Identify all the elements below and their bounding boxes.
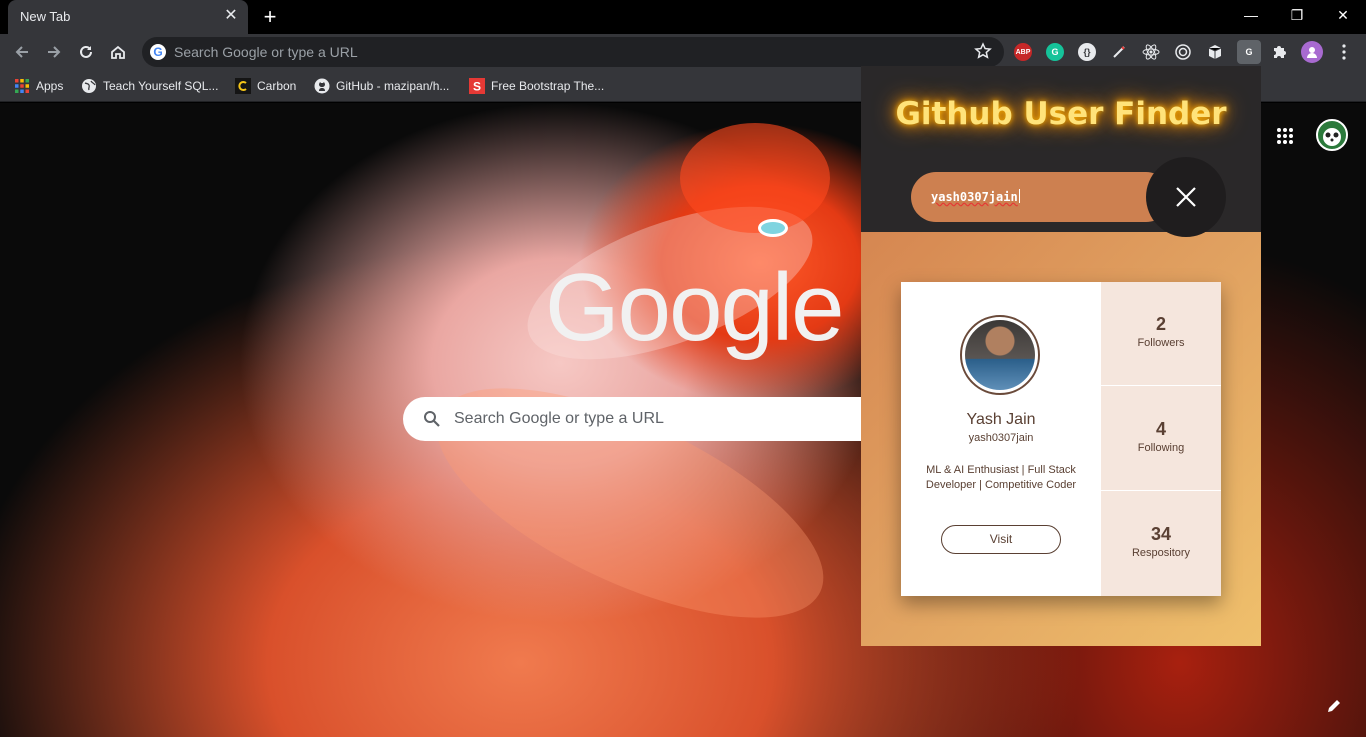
google-logo: Google xyxy=(545,254,845,361)
stat-value: 34 xyxy=(1150,524,1172,544)
google-account-avatar[interactable] xyxy=(1316,119,1348,151)
flamingo-eye-decoration xyxy=(758,219,788,237)
search-icon xyxy=(424,411,440,427)
bookmark-sql[interactable]: Teach Yourself SQL... xyxy=(81,77,218,95)
extension-bracket-icon[interactable]: {} xyxy=(1078,43,1096,61)
svg-text:S: S xyxy=(473,80,481,94)
profile-avatar-icon[interactable] xyxy=(1301,41,1323,63)
bookmark-bootstrap[interactable]: S Free Bootstrap The... xyxy=(469,77,604,95)
user-bio: ML & AI Enthusiast | Full Stack Develope… xyxy=(925,464,1077,491)
tab-close-icon[interactable]: ✕ xyxy=(222,7,240,25)
restore-button[interactable]: ❐ xyxy=(1274,0,1320,30)
stat-following: 4 Following xyxy=(1101,387,1221,491)
cube-extension-icon[interactable] xyxy=(1206,43,1224,61)
bookmark-carbon[interactable]: Carbon xyxy=(235,77,296,95)
stat-value: 2 xyxy=(1155,314,1166,334)
address-bar[interactable]: G Search Google or type a URL xyxy=(142,37,1004,67)
user-avatar xyxy=(960,315,1040,395)
ntp-search-placeholder: Search Google or type a URL xyxy=(454,410,664,427)
github-icon xyxy=(314,78,330,94)
google-apps-icon[interactable] xyxy=(1276,127,1294,145)
stat-label: Followers xyxy=(1137,337,1185,349)
bookmark-label: Free Bootstrap The... xyxy=(491,79,605,93)
github-user-finder-popup: Github User Finder yash0307jain Yash Jai… xyxy=(861,66,1261,646)
username-search-input[interactable]: yash0307jain xyxy=(911,172,1171,222)
bookmark-label: GitHub - mazipan/h... xyxy=(336,79,450,93)
tab-new-tab[interactable]: New Tab ✕ xyxy=(8,0,248,34)
home-icon xyxy=(111,45,125,59)
arrow-right-icon xyxy=(48,46,61,58)
user-full-name: Yash Jain xyxy=(966,411,1036,428)
address-bar-placeholder: Search Google or type a URL xyxy=(174,44,358,60)
profile-summary: Yash Jain yash0307jain ML & AI Enthusias… xyxy=(901,282,1101,596)
bookmark-star-icon[interactable] xyxy=(974,42,992,60)
home-button[interactable] xyxy=(105,39,131,65)
react-devtools-icon[interactable] xyxy=(1142,43,1160,61)
carbon-icon xyxy=(235,78,251,94)
github-finder-extension-icon[interactable]: G xyxy=(1237,40,1261,64)
user-login: yash0307jain xyxy=(968,432,1034,444)
visit-profile-button[interactable]: Visit xyxy=(941,525,1061,554)
reload-icon xyxy=(80,45,92,58)
popup-title: Github User Finder xyxy=(895,96,1227,132)
close-window-button[interactable]: ✕ xyxy=(1320,0,1366,30)
forward-button[interactable] xyxy=(41,39,67,65)
user-profile-card: Yash Jain yash0307jain ML & AI Enthusias… xyxy=(901,282,1221,596)
bookmark-apps[interactable]: Apps xyxy=(14,77,63,95)
stat-label: Following xyxy=(1137,442,1185,454)
tab-strip: New Tab ✕ + — ❐ ✕ xyxy=(0,0,1366,34)
menu-kebab-icon[interactable] xyxy=(1335,43,1353,61)
stat-label: Respository xyxy=(1131,547,1191,559)
back-button[interactable] xyxy=(9,39,35,65)
tab-title: New Tab xyxy=(20,9,71,24)
stat-value: 4 xyxy=(1155,419,1166,439)
text-caret xyxy=(1018,189,1020,203)
popup-header: Github User Finder yash0307jain xyxy=(861,66,1261,237)
bookmark-label: Apps xyxy=(36,79,64,93)
stat-followers: 2 Followers xyxy=(1101,282,1221,386)
bookmark-label: Teach Yourself SQL... xyxy=(103,79,219,93)
new-tab-button[interactable]: + xyxy=(258,6,282,28)
flamingo-feather-decoration xyxy=(405,341,855,665)
profile-stats: 2 Followers 4 Following 34 Respository xyxy=(1101,282,1221,596)
s-icon: S xyxy=(469,78,485,94)
flamingo-head-decoration xyxy=(680,123,830,233)
browser-toolbar: G Search Google or type a URL ABP G {} G xyxy=(0,34,1366,70)
username-input-value: yash0307jain xyxy=(931,190,1018,204)
close-icon xyxy=(1176,187,1196,207)
pen-extension-icon[interactable] xyxy=(1110,43,1128,61)
apps-grid-icon xyxy=(15,79,29,93)
stat-repositories: 34 Respository xyxy=(1101,492,1221,596)
grammarly-icon[interactable]: G xyxy=(1046,43,1064,61)
clear-search-button[interactable] xyxy=(1146,157,1226,237)
google-icon: G xyxy=(150,44,166,60)
bookmark-label: Carbon xyxy=(257,79,297,93)
ntp-search-box[interactable]: Search Google or type a URL xyxy=(403,397,923,441)
target-extension-icon[interactable] xyxy=(1174,43,1192,61)
puzzle-icon[interactable] xyxy=(1270,43,1288,61)
customize-pencil-icon[interactable] xyxy=(1326,698,1342,714)
adblock-icon[interactable]: ABP xyxy=(1014,43,1032,61)
arrow-left-icon xyxy=(15,46,28,58)
globe-icon xyxy=(82,79,96,93)
user-avatar-image xyxy=(965,320,1035,390)
reload-button[interactable] xyxy=(73,39,99,65)
minimize-button[interactable]: — xyxy=(1228,0,1274,30)
bookmark-github[interactable]: GitHub - mazipan/h... xyxy=(314,77,449,95)
